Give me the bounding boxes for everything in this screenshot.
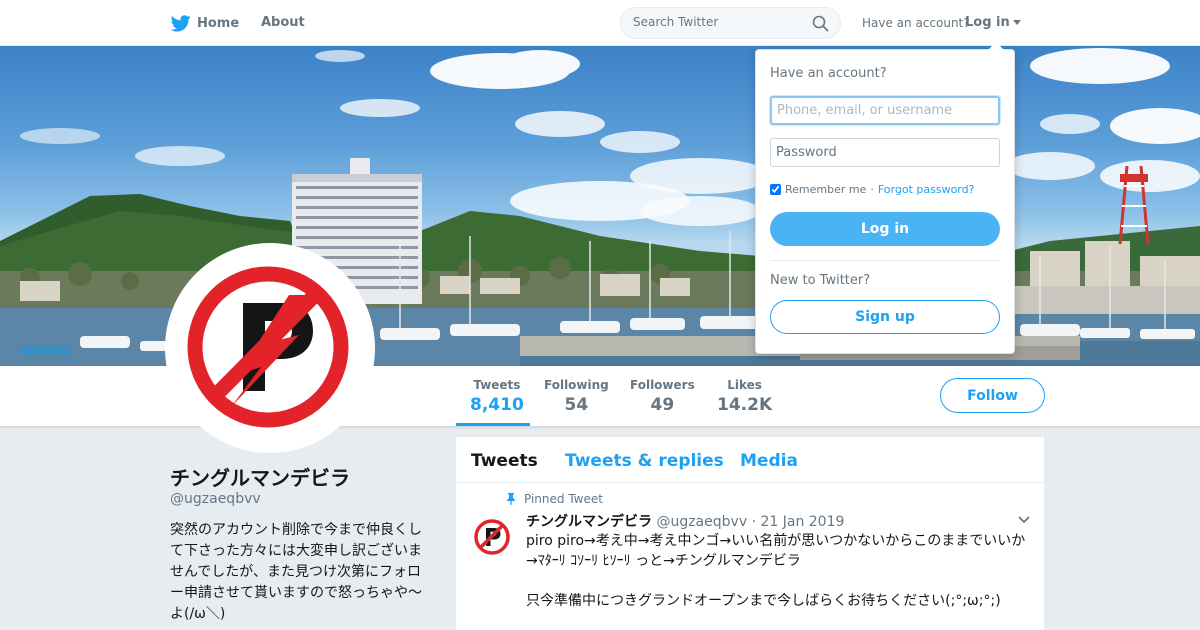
stat-following[interactable]: Following 54	[544, 378, 609, 415]
tweet-header: チングルマンデビラ @ugzaeqbvv · 21 Jan 2019	[526, 511, 844, 531]
chevron-down-icon[interactable]	[1017, 515, 1031, 525]
search-box[interactable]	[620, 7, 841, 39]
timeline-tabs: Tweets Tweets & replies Media	[456, 437, 1044, 483]
tweet-date[interactable]: 21 Jan 2019	[760, 514, 844, 530]
stat-following-count: 54	[564, 395, 589, 415]
remember-me-label[interactable]: Remember me	[785, 183, 866, 196]
remember-me-row: Remember me · Forgot password?	[770, 183, 974, 196]
tab-tweets-and-replies[interactable]: Tweets & replies	[565, 451, 724, 471]
search-input[interactable]	[633, 15, 813, 29]
profile-bio: 突然のアカウント削除で今まで仲良くして下さった方々には大変申し訳ございませんでし…	[170, 522, 422, 622]
nav-home-link[interactable]: Home	[171, 15, 239, 32]
timeline-panel: Tweets Tweets & replies Media Pinned Twe…	[456, 437, 1044, 630]
pinned-tweet-context: Pinned Tweet	[506, 492, 603, 506]
login-dropdown-toggle[interactable]: Log in	[965, 15, 1021, 30]
dropdown-divider	[770, 260, 1000, 261]
tweet-author-avatar[interactable]	[472, 517, 512, 557]
tab-media[interactable]: Media	[740, 451, 798, 471]
pinned-tweet-label: Pinned Tweet	[524, 492, 603, 506]
stat-likes-label: Likes	[727, 378, 762, 392]
profile-handle[interactable]: @ugzaeqbvv	[170, 491, 261, 507]
active-stat-indicator	[456, 423, 530, 426]
twitter-bird-icon	[171, 15, 191, 32]
stat-following-label: Following	[544, 378, 609, 392]
stat-likes-count: 14.2K	[717, 395, 773, 415]
search-icon[interactable]	[812, 15, 829, 32]
no-parking-avatar-image	[172, 250, 368, 446]
tweet-author-name[interactable]: チングルマンデビラ	[526, 514, 652, 530]
have-account-text: Have an account?	[862, 16, 970, 30]
login-button[interactable]: Log in	[770, 212, 1000, 246]
dropdown-arrow	[988, 42, 1004, 50]
login-link-label: Log in	[965, 15, 1010, 30]
top-navigation-bar: Home About Have an account? Log in	[0, 0, 1200, 46]
follow-button[interactable]: Follow	[940, 378, 1045, 413]
stat-tweets[interactable]: Tweets 8,410	[470, 378, 524, 415]
login-dropdown: Have an account? Remember me · Forgot pa…	[755, 42, 1015, 354]
nav-home-label: Home	[197, 16, 240, 31]
signup-button[interactable]: Sign up	[770, 300, 1000, 334]
tweet-separator: ·	[751, 514, 757, 530]
username-input[interactable]	[770, 96, 1000, 125]
profile-display-name[interactable]: チングルマンデビラ	[170, 462, 350, 491]
forgot-password-link[interactable]: Forgot password?	[878, 183, 975, 196]
new-to-twitter-text: New to Twitter?	[770, 273, 871, 288]
nav-about-label: About	[261, 15, 305, 30]
stat-followers[interactable]: Followers 49	[630, 378, 695, 415]
stat-followers-label: Followers	[630, 378, 695, 392]
password-input[interactable]	[770, 138, 1000, 167]
tweet-author-handle[interactable]: @ugzaeqbvv	[656, 514, 747, 530]
caret-down-icon	[1012, 20, 1021, 25]
remember-me-checkbox[interactable]	[770, 184, 781, 195]
pin-icon	[507, 493, 515, 505]
profile-avatar[interactable]	[165, 243, 375, 453]
stat-tweets-label: Tweets	[473, 378, 521, 392]
nav-about-link[interactable]: About	[261, 15, 305, 30]
stat-followers-count: 49	[650, 395, 675, 415]
tweet-text: piro piro→考え中→考え中ンゴ→いい名前が思いつかないからこのままでいい…	[526, 533, 1026, 609]
tab-tweets[interactable]: Tweets	[471, 451, 538, 471]
remember-dot-separator: ·	[870, 183, 874, 196]
stat-likes[interactable]: Likes 14.2K	[717, 378, 772, 415]
login-dropdown-title: Have an account?	[770, 66, 887, 81]
stat-tweets-count: 8,410	[470, 395, 524, 415]
